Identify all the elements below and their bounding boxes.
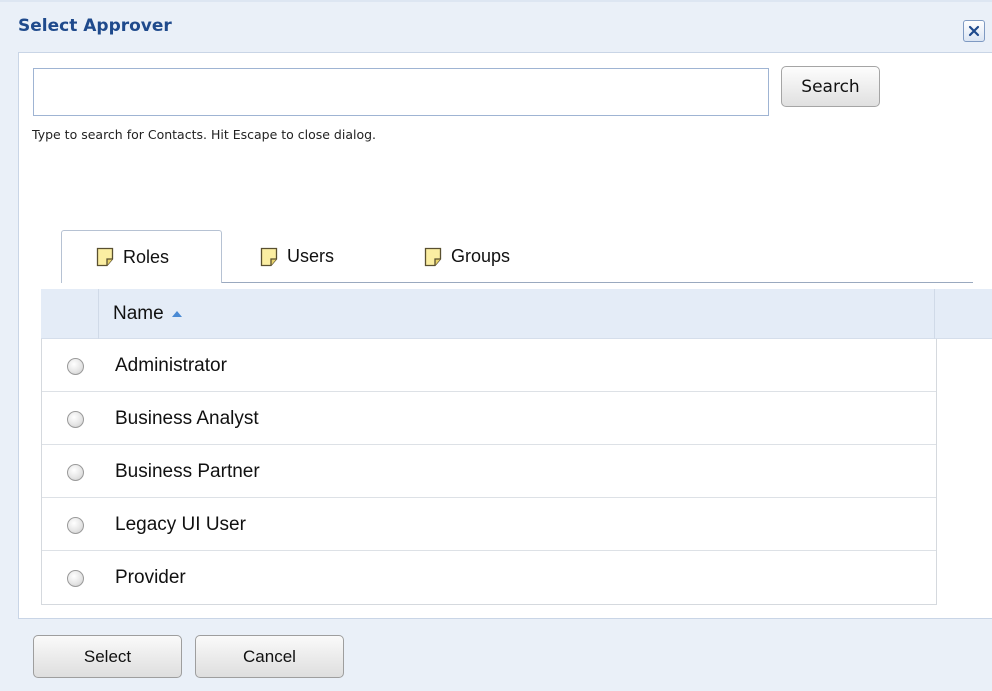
- table-row[interactable]: Administrator: [42, 339, 936, 392]
- tab-users[interactable]: Users: [260, 230, 334, 283]
- roles-grid: Name Administrator Business Analyst Busi…: [41, 289, 992, 606]
- dialog-titlebar: Select Approver: [0, 0, 992, 52]
- grid-header: Name: [41, 289, 992, 339]
- dialog-title: Select Approver: [18, 16, 172, 36]
- table-row[interactable]: Legacy UI User: [42, 498, 936, 551]
- row-name: Administrator: [115, 355, 227, 376]
- table-row[interactable]: Business Analyst: [42, 392, 936, 445]
- tab-label: Groups: [451, 246, 511, 266]
- note-page-icon: [424, 247, 442, 266]
- tab-label: Roles: [123, 246, 170, 267]
- tab-label: Users: [287, 246, 335, 266]
- row-radio-button[interactable]: [67, 570, 84, 587]
- dialog-body: Search Type to search for Contacts. Hit …: [18, 52, 992, 619]
- row-radio-button[interactable]: [67, 517, 84, 534]
- close-x-icon: [968, 25, 980, 37]
- row-name: Provider: [115, 567, 186, 588]
- table-row[interactable]: Provider: [42, 551, 936, 604]
- table-row[interactable]: Business Partner: [42, 445, 936, 498]
- column-header-name[interactable]: Name: [99, 289, 935, 339]
- selection-column-header: [41, 289, 99, 339]
- cancel-button[interactable]: Cancel: [195, 635, 344, 678]
- row-name: Business Analyst: [115, 408, 259, 429]
- tab-groups[interactable]: Groups: [424, 230, 510, 283]
- select-approver-dialog: Select Approver Search Type to search fo…: [0, 0, 992, 691]
- search-hint: Type to search for Contacts. Hit Escape …: [32, 127, 377, 142]
- search-input[interactable]: [33, 68, 769, 116]
- note-page-icon: [260, 247, 278, 266]
- row-name: Legacy UI User: [115, 514, 246, 535]
- note-page-icon: [96, 247, 114, 267]
- close-button[interactable]: [963, 20, 985, 42]
- select-button[interactable]: Select: [33, 635, 182, 678]
- sort-ascending-icon: [171, 311, 182, 317]
- row-radio-button[interactable]: [67, 464, 84, 481]
- row-name: Business Partner: [115, 461, 260, 482]
- tab-roles[interactable]: Roles: [61, 230, 222, 283]
- grid-rows: Administrator Business Analyst Business …: [41, 339, 937, 605]
- column-header-label: Name: [113, 303, 164, 324]
- row-radio-button[interactable]: [67, 358, 84, 375]
- search-button[interactable]: Search: [781, 66, 880, 107]
- row-radio-button[interactable]: [67, 411, 84, 428]
